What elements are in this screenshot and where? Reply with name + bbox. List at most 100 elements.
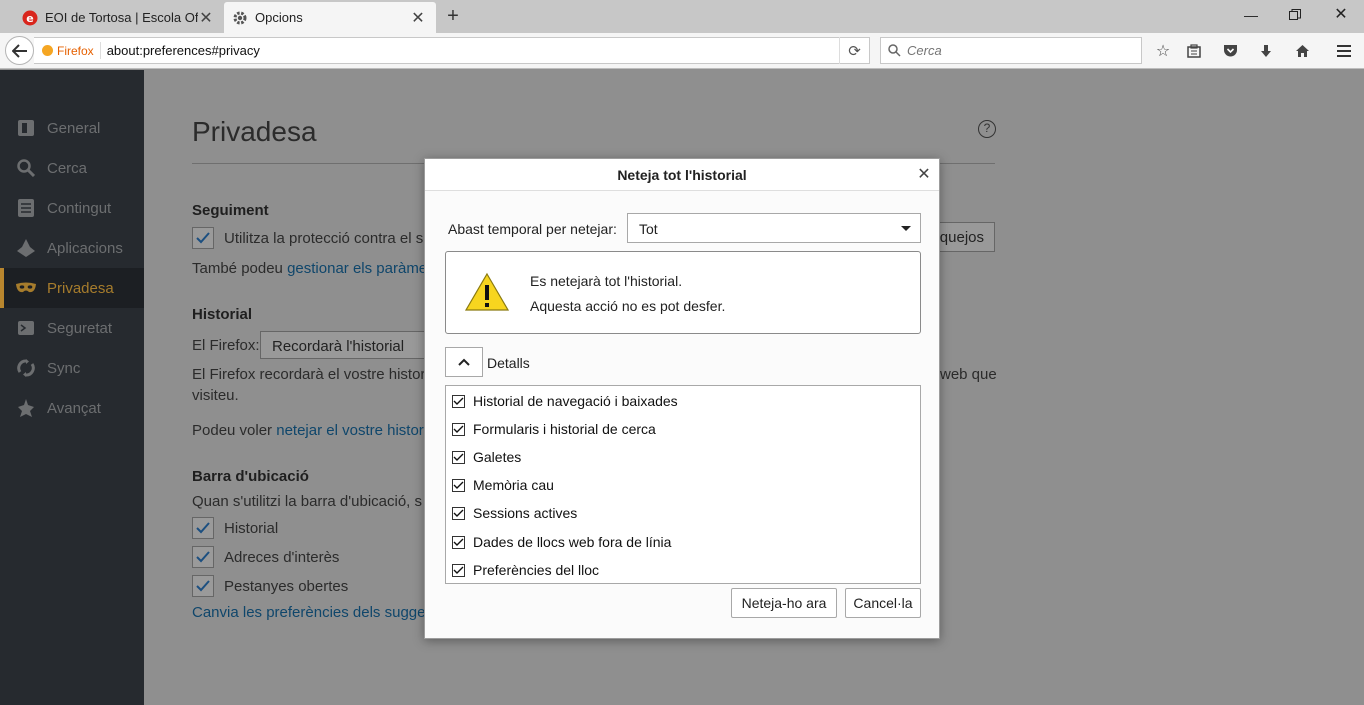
close-icon[interactable]: ✕ xyxy=(915,166,933,184)
content-icon xyxy=(16,199,36,217)
downloads-icon[interactable] xyxy=(1254,39,1278,63)
details-toggle-button[interactable] xyxy=(445,347,483,377)
minimize-button[interactable]: — xyxy=(1228,4,1274,26)
tab-opcions[interactable]: Opcions ✕ xyxy=(224,2,436,33)
time-range-label: Abast temporal per netejar: xyxy=(448,221,617,237)
tab-strip: e EOI de Tortosa | Escola Ofi... ✕ Opcio… xyxy=(0,0,1364,33)
clear-history-link[interactable]: netejar el vostre histori xyxy=(276,422,427,439)
search-icon xyxy=(888,44,901,57)
sidebar-item-applications[interactable]: Aplicacions xyxy=(0,228,144,268)
history-description: El Firefox recordarà el vostre histori xyxy=(192,366,429,383)
help-icon[interactable]: ? xyxy=(978,120,996,138)
tab-title: EOI de Tortosa | Escola Ofi... xyxy=(45,10,198,25)
warning-line-2: Aquesta acció no es pot desfer. xyxy=(530,298,726,314)
sidebar-item-search[interactable]: Cerca xyxy=(0,148,144,188)
checkbox-form-history[interactable] xyxy=(452,422,465,436)
list-item[interactable]: Galetes xyxy=(452,447,521,467)
history-description-line2: visiteu. xyxy=(192,387,239,404)
location-bar-description: Quan s'utilitzi la barra d'ubicació, s xyxy=(192,493,423,510)
new-tab-button[interactable]: + xyxy=(443,5,463,27)
suggest-history-checkbox[interactable] xyxy=(192,517,214,539)
checkbox-active-sessions[interactable] xyxy=(452,506,465,520)
sidebar-item-advanced[interactable]: Avançat xyxy=(0,388,144,428)
chevron-up-icon xyxy=(458,358,470,366)
sidebar-item-label: General xyxy=(47,119,101,137)
pocket-icon[interactable] xyxy=(1218,39,1242,63)
checkmark-icon xyxy=(453,481,464,489)
checkmark-icon xyxy=(453,397,464,405)
preferences-sidebar: General Cerca Contingut Aplicacions Priv… xyxy=(0,70,144,705)
checkbox-cache[interactable] xyxy=(452,478,465,492)
list-item[interactable]: Formularis i historial de cerca xyxy=(452,419,656,439)
url-bar[interactable]: Firefox about:preferences#privacy ⟳ xyxy=(34,37,870,64)
privacy-mask-icon xyxy=(16,282,36,294)
change-suggestion-prefs-link[interactable]: Canvia les preferències dels sugger xyxy=(192,604,430,621)
item-label: Dades de llocs web fora de línia xyxy=(473,534,672,550)
list-item[interactable]: Dades de llocs web fora de línia xyxy=(452,532,671,552)
menu-hamburger-icon[interactable] xyxy=(1332,39,1356,63)
bookmark-star-icon[interactable]: ☆ xyxy=(1151,39,1175,63)
suggest-open-tabs-checkbox[interactable] xyxy=(192,575,214,597)
sidebar-item-privacy[interactable]: Privadesa xyxy=(0,268,144,308)
checkmark-icon xyxy=(196,232,210,244)
checkmark-icon xyxy=(453,538,464,546)
close-window-button[interactable]: ✕ xyxy=(1318,4,1364,26)
manage-settings-link[interactable]: gestionar els paràme xyxy=(287,260,427,277)
sidebar-item-security[interactable]: Seguretat xyxy=(0,308,144,348)
item-label: Formularis i historial de cerca xyxy=(473,421,656,437)
checkbox-site-preferences[interactable] xyxy=(452,563,465,577)
url-text[interactable]: about:preferences#privacy xyxy=(107,43,839,58)
home-icon[interactable] xyxy=(1290,39,1314,63)
location-bar-heading: Barra d'ubicació xyxy=(192,468,309,485)
list-item[interactable]: Preferències del lloc xyxy=(452,560,599,580)
time-range-select[interactable]: Tot xyxy=(627,213,921,243)
close-tab-icon[interactable]: ✕ xyxy=(198,8,214,28)
warning-line-1: Es netejarà tot l'historial. xyxy=(530,273,683,289)
bookmarks-menu-icon[interactable] xyxy=(1182,39,1206,63)
checkmark-icon xyxy=(196,551,210,563)
tab-eoi-tortosa[interactable]: e EOI de Tortosa | Escola Ofi... ✕ xyxy=(14,2,224,33)
svg-text:e: e xyxy=(26,12,33,25)
chevron-down-icon xyxy=(901,226,911,231)
cancel-button[interactable]: Cancel·la xyxy=(845,588,921,618)
general-icon xyxy=(16,119,36,137)
gear-icon xyxy=(232,10,248,26)
sidebar-item-label: Avançat xyxy=(47,399,101,417)
list-item[interactable]: Sessions actives xyxy=(452,503,577,523)
search-input[interactable] xyxy=(907,43,1127,58)
sidebar-item-content[interactable]: Contingut xyxy=(0,188,144,228)
identity-box[interactable]: Firefox xyxy=(34,42,101,59)
firefox-logo-icon xyxy=(42,45,53,56)
checkbox-browsing-history[interactable] xyxy=(452,394,465,408)
clear-now-button[interactable]: Neteja-ho ara xyxy=(731,588,837,618)
clear-history-text: Podeu voler netejar el vostre histori xyxy=(192,422,427,439)
suggest-open-tabs-label: Pestanyes obertes xyxy=(224,578,349,595)
item-label: Galetes xyxy=(473,449,522,465)
close-tab-icon[interactable]: ✕ xyxy=(410,8,426,28)
list-item[interactable]: Historial de navegació i baixades xyxy=(452,391,678,411)
sidebar-item-label: Seguretat xyxy=(47,319,113,337)
restore-button[interactable] xyxy=(1272,4,1318,26)
tracking-protection-checkbox[interactable] xyxy=(192,227,214,249)
checkmark-icon xyxy=(196,580,210,592)
tab-title: Opcions xyxy=(255,10,303,25)
list-item[interactable]: Memòria cau xyxy=(452,475,554,495)
reload-icon[interactable]: ⟳ xyxy=(839,37,869,64)
sidebar-item-sync[interactable]: Sync xyxy=(0,348,144,388)
clear-history-dialog: Neteja tot l'historial ✕ Abast temporal … xyxy=(424,158,940,639)
tracking-protection-label: Utilitza la protecció contra el s xyxy=(224,230,424,247)
dialog-title: Neteja tot l'historial xyxy=(425,159,939,191)
sidebar-item-label: Cerca xyxy=(47,159,88,177)
suggest-bookmarks-checkbox[interactable] xyxy=(192,546,214,568)
also-text: També podeu xyxy=(192,260,288,277)
search-bar[interactable] xyxy=(880,37,1142,64)
history-mode-dropdown[interactable]: Recordarà l'historial xyxy=(260,331,430,359)
navigation-bar: Firefox about:preferences#privacy ⟳ ☆ xyxy=(0,33,1364,69)
applications-icon xyxy=(16,239,36,257)
back-button[interactable] xyxy=(5,36,34,65)
clear-prefix: Podeu voler xyxy=(192,422,277,439)
sidebar-item-general[interactable]: General xyxy=(0,108,144,148)
sidebar-item-label: Privadesa xyxy=(47,279,114,297)
checkbox-offline-data[interactable] xyxy=(452,535,465,549)
checkbox-cookies[interactable] xyxy=(452,450,465,464)
